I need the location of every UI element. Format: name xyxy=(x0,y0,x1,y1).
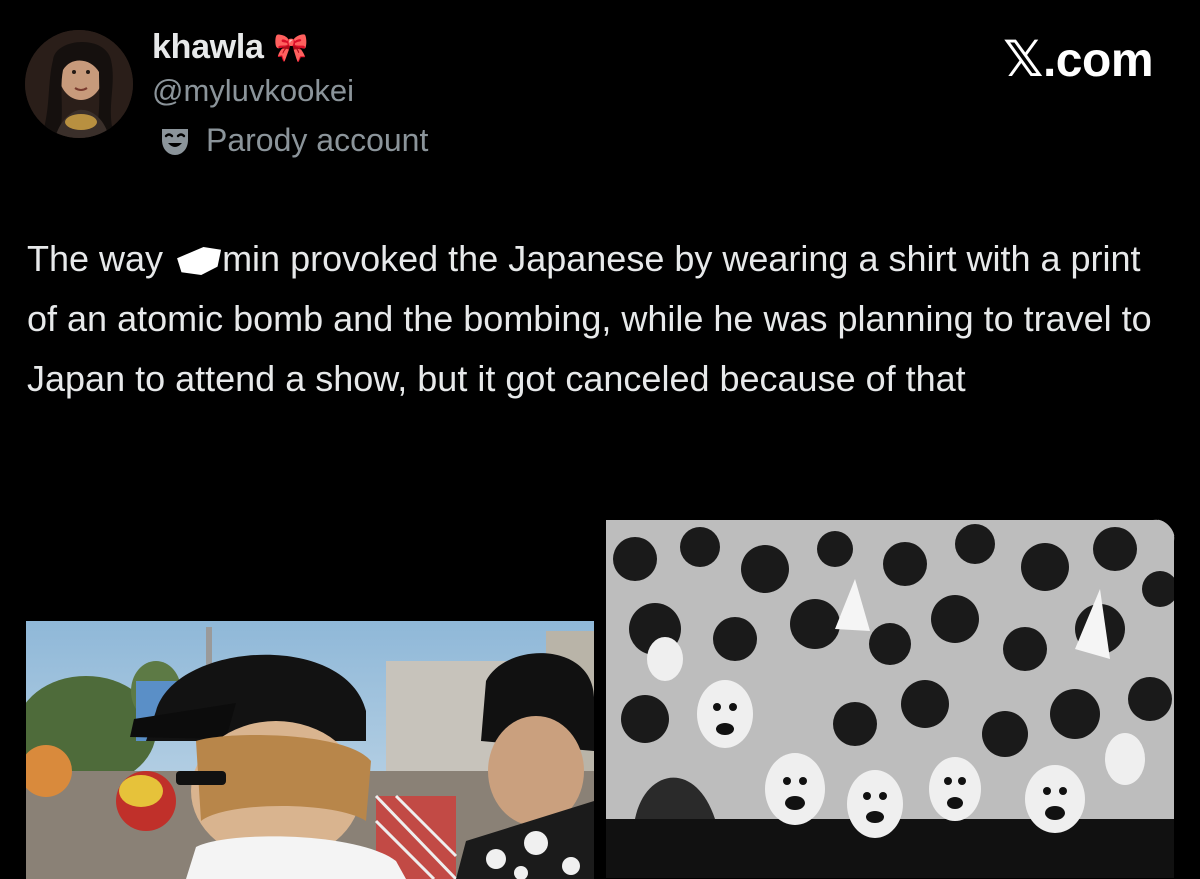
theater-masks-icon xyxy=(162,128,188,155)
brand-watermark: 𝕏 .com xyxy=(1003,33,1153,88)
display-name-row: khawla 🎀 xyxy=(152,28,308,67)
media-photo-left[interactable] xyxy=(26,621,594,879)
media-photo-right[interactable] xyxy=(605,519,1175,879)
ribbon-icon: 🎀 xyxy=(273,31,309,63)
redaction-mark xyxy=(177,247,222,275)
display-name[interactable]: khawla xyxy=(152,28,264,67)
brand-domain: .com xyxy=(1042,34,1154,87)
tweet: khawla 🎀 @myluvkookei Parody account 𝕏 .c… xyxy=(0,0,1200,879)
avatar[interactable] xyxy=(25,30,133,138)
user-handle[interactable]: @myluvkookei xyxy=(152,73,354,109)
tweet-text-start: The way xyxy=(27,238,174,279)
x-logo-icon: 𝕏 xyxy=(1003,30,1043,88)
photo-crowd-street xyxy=(26,621,594,879)
avatar-photo xyxy=(25,30,133,138)
tweet-text: The way min provoked the Japanese by wea… xyxy=(27,229,1167,409)
photo-crowd-black-and-white xyxy=(605,519,1175,879)
parody-label: Parody account xyxy=(206,122,429,158)
parody-badge: Parody account xyxy=(158,122,428,159)
